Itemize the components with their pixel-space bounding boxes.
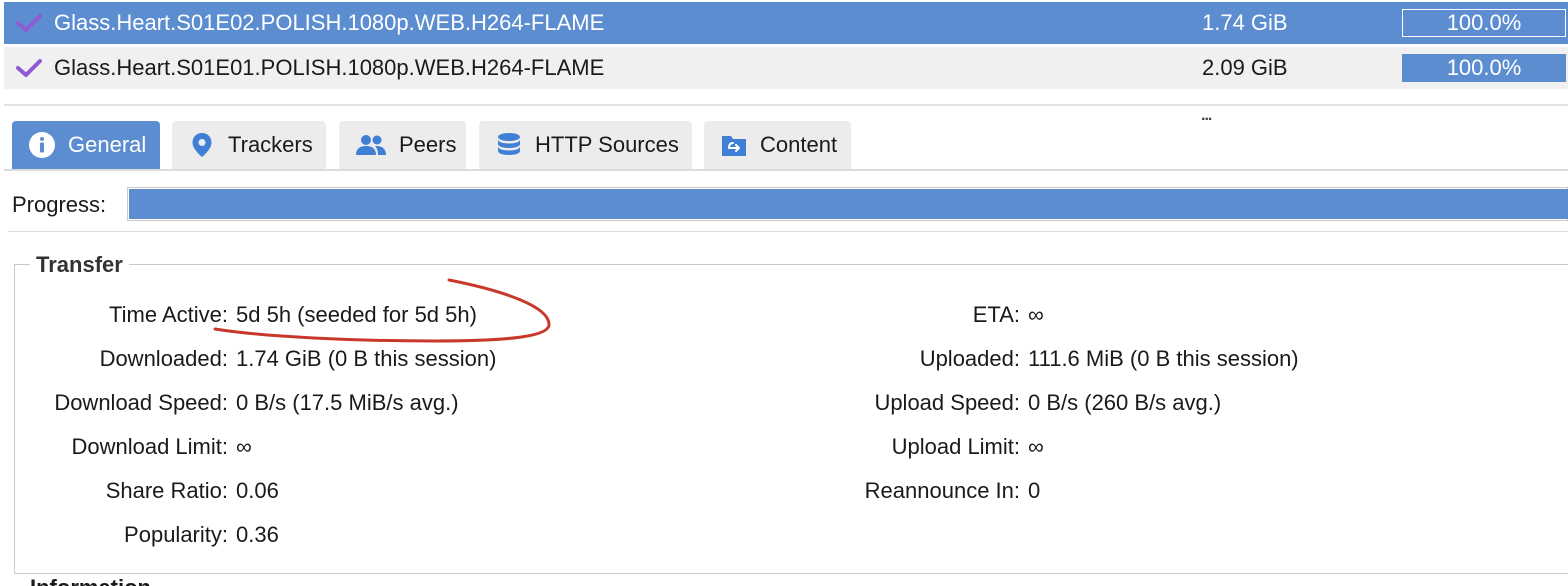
progress-label: Progress:: [12, 192, 107, 217]
tab-general[interactable]: General: [12, 121, 160, 169]
tab-content[interactable]: Content: [704, 121, 851, 169]
time-active-value: 5d 5h (seeded for 5d 5h): [236, 302, 477, 327]
tab-trackers[interactable]: Trackers: [172, 121, 326, 169]
time-active-label: Time Active:: [109, 302, 228, 327]
tab-label: Peers: [399, 132, 457, 157]
torrent-size: 1.74 GiB: [1202, 10, 1288, 35]
tab-label: Trackers: [228, 132, 313, 157]
upload-limit-value: ∞: [1028, 434, 1044, 459]
reannounce-label: Reannounce In:: [864, 478, 1020, 503]
popularity-value: 0.36: [236, 522, 279, 547]
tab-label: HTTP Sources: [535, 132, 679, 157]
tab-peers[interactable]: Peers: [339, 121, 466, 169]
checkmark-icon: [16, 59, 42, 77]
information-legend: Information: [30, 574, 151, 586]
eta-label: ETA:: [972, 302, 1020, 327]
upload-limit-label: Upload Limit:: [891, 434, 1020, 459]
list-divider: [4, 104, 1568, 106]
database-icon: [498, 133, 520, 155]
share-ratio-value: 0.06: [236, 478, 279, 503]
torrent-progress-bar: 100.0%: [1402, 9, 1566, 37]
torrent-row[interactable]: Glass.Heart.S01E02.POLISH.1080p.WEB.H264…: [4, 2, 1568, 44]
checkmark-icon: [16, 14, 42, 32]
torrent-progress-text: 100.0%: [1446, 10, 1522, 35]
download-speed-value: 0 B/s (17.5 MiB/s avg.): [236, 390, 459, 415]
location-pin-icon: [192, 133, 212, 157]
share-ratio-label: Share Ratio:: [105, 478, 228, 503]
torrent-size: 2.09 GiB: [1202, 55, 1288, 80]
tab-http-sources[interactable]: HTTP Sources: [479, 121, 692, 169]
divider: [8, 231, 1568, 232]
downloaded-value: 1.74 GiB (0 B this session): [236, 346, 497, 371]
uploaded-value: 111.6 MiB (0 B this session): [1028, 346, 1299, 371]
info-icon: [29, 132, 55, 158]
torrent-progress-text: 100.0%: [1446, 55, 1522, 80]
torrent-row[interactable]: Glass.Heart.S01E01.POLISH.1080p.WEB.H264…: [4, 47, 1568, 89]
downloaded-label: Downloaded:: [99, 346, 228, 371]
upload-speed-value: 0 B/s (260 B/s avg.): [1028, 390, 1222, 415]
tab-underline: [4, 169, 1568, 171]
popularity-label: Popularity:: [124, 522, 228, 547]
transfer-legend: Transfer: [30, 252, 129, 278]
folder-icon: [722, 136, 746, 156]
download-limit-value: ∞: [236, 434, 252, 459]
uploaded-label: Uploaded:: [919, 346, 1020, 371]
torrent-name: Glass.Heart.S01E01.POLISH.1080p.WEB.H264…: [54, 55, 605, 80]
download-limit-label: Download Limit:: [71, 434, 228, 459]
piece-progress-fill: [129, 189, 1568, 219]
torrent-name: Glass.Heart.S01E02.POLISH.1080p.WEB.H264…: [54, 10, 605, 35]
download-speed-label: Download Speed:: [54, 390, 228, 415]
torrent-progress-bar: 100.0%: [1402, 54, 1566, 82]
eta-value: ∞: [1028, 302, 1044, 327]
upload-speed-label: Upload Speed:: [874, 390, 1020, 415]
resize-handle[interactable]: ...: [1201, 107, 1212, 125]
torrent-client-window: Glass.Heart.S01E02.POLISH.1080p.WEB.H264…: [0, 0, 1568, 586]
tab-label: General: [68, 132, 147, 157]
piece-progress-bar: [127, 187, 1568, 221]
users-icon: [356, 135, 386, 155]
reannounce-value: 0: [1028, 478, 1041, 503]
tab-label: Content: [760, 132, 838, 157]
